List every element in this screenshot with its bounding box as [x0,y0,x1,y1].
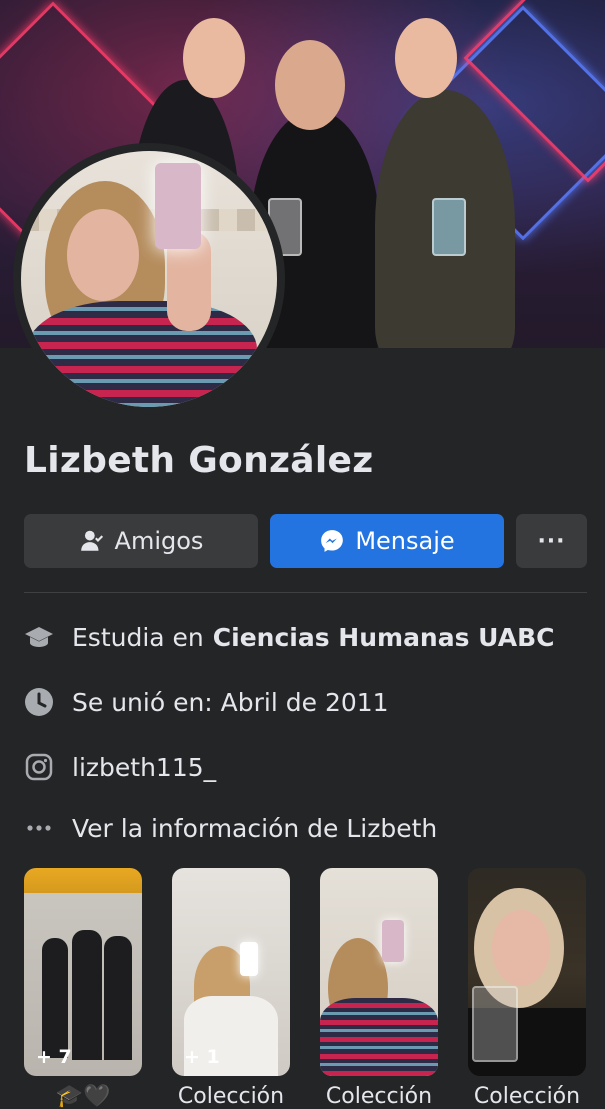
collection-label: Colección [473,1084,581,1109]
striped-sweater [27,301,257,407]
face-shape [67,209,139,301]
message-button-label: Mensaje [355,527,455,555]
person-head [395,18,457,98]
joined-text: Se unió en: Abril de 2011 [72,687,389,717]
person-silhouette [42,938,68,1058]
more-dots-icon [24,813,54,843]
face-shape [492,910,550,986]
featured-collection-3[interactable] [320,868,438,1076]
instagram-icon [24,752,54,782]
person-silhouette [72,930,102,1060]
collection-count: + 1 [184,1046,220,1068]
collection-label: Colección [177,1084,285,1109]
phone-shape [240,942,258,976]
phone-shape [155,163,201,249]
drink-cup [432,198,466,256]
striped-sweater [320,998,438,1076]
featured-collection-4[interactable] [468,868,586,1076]
person-head [183,18,245,98]
joined-detail: Se unió en: Abril de 2011 [24,682,389,722]
instagram-detail[interactable]: lizbeth115_ [24,747,216,787]
education-place[interactable]: Ciencias Humanas UABC [213,623,555,652]
education-prefix: Estudia en [72,622,204,652]
more-dots-icon: ··· [537,528,566,554]
education-detail[interactable]: Estudia en Ciencias Humanas UABC [24,617,554,657]
graduation-cap-icon [24,622,54,652]
profile-picture[interactable] [13,143,285,415]
person-head [275,40,345,130]
friends-button[interactable]: Amigos [24,514,258,568]
collection-label: 🎓🖤 [55,1084,111,1109]
featured-collection-1[interactable]: + 7 [24,868,142,1076]
featured-collection-2[interactable]: + 1 [172,868,290,1076]
collection-label: Colección [325,1084,433,1109]
divider [24,592,587,593]
drink-cup [472,986,518,1062]
friends-button-label: Amigos [114,527,204,555]
clock-icon [24,687,54,717]
message-button[interactable]: Mensaje [270,514,504,568]
person-silhouette [104,936,132,1060]
person-check-icon [79,528,105,554]
messenger-icon [319,528,345,554]
see-info-detail[interactable]: Ver la información de Lizbeth [24,808,437,848]
instagram-handle[interactable]: lizbeth115_ [72,753,216,782]
collection-count: + 7 [36,1046,72,1068]
profile-photo [21,151,277,407]
more-options-button[interactable]: ··· [516,514,587,568]
profile-name: Lizbeth González [24,440,374,481]
phone-shape [382,920,404,962]
see-info-text: Ver la información de Lizbeth [72,813,438,843]
